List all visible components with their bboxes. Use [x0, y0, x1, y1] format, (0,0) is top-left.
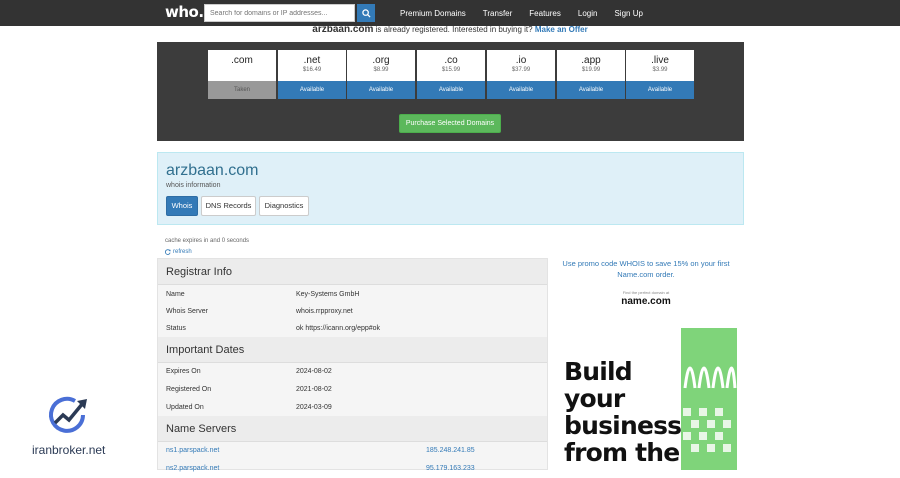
tld-name: .io — [515, 55, 527, 66]
watermark-text: iranbroker.net — [32, 443, 106, 457]
table-row: Whois Server whois.rrpproxy.net — [158, 303, 547, 321]
tld-name: .com — [231, 55, 253, 66]
table-row: Name Key-Systems GmbH — [158, 286, 547, 304]
name-servers-heading: Name Servers — [158, 416, 547, 442]
tld-card-live: .live $3.99 Available — [626, 50, 694, 99]
tld-name: .net — [303, 55, 321, 66]
cache-expiry-text: cache expires in and 0 seconds — [165, 238, 250, 244]
promo-link[interactable]: Use promo code WHOIS to save 15% on your… — [556, 258, 736, 280]
tld-available-button[interactable]: Available — [626, 81, 694, 99]
tab-whois[interactable]: Whois — [166, 196, 198, 216]
important-dates-heading: Important Dates — [158, 337, 547, 363]
page-title: arzbaan.com — [166, 162, 259, 179]
row-value: Key-Systems GmbH — [296, 291, 360, 298]
row-key: Updated On — [166, 404, 204, 411]
nav-signup[interactable]: Sign Up — [614, 9, 642, 18]
tld-panel: .com Taken .net $16.49 Available .org $8… — [157, 42, 744, 141]
purchase-selected-button[interactable]: Purchase Selected Domains — [399, 114, 501, 133]
tld-status-taken: Taken — [208, 81, 276, 99]
banner-domain: arzbaan.com — [312, 26, 374, 35]
search-input[interactable] — [204, 4, 355, 22]
tld-card-com: .com Taken — [208, 50, 276, 99]
whois-data: Registrar Info Name Key-Systems GmbH Whoi… — [157, 258, 548, 472]
tab-dns-records[interactable]: DNS Records — [201, 196, 256, 216]
tld-card-net: .net $16.49 Available — [278, 50, 346, 99]
banner-text: is already registered. — [373, 26, 453, 34]
row-key: Status — [166, 325, 186, 332]
row-value: 2021-08-02 — [296, 386, 332, 393]
ad-headline: Build your business from the — [564, 357, 682, 467]
tld-card-app: .app $19.99 Available — [557, 50, 625, 99]
ad-graphic — [681, 328, 737, 470]
tld-available-button[interactable]: Available — [487, 81, 555, 99]
make-offer-link[interactable]: Make an Offer — [535, 26, 588, 34]
row-key: Registered On — [166, 386, 212, 393]
tld-name: .app — [581, 55, 601, 66]
table-row: ns1.parspack.net 185.248.241.85 — [158, 442, 547, 460]
refresh-link[interactable]: refresh — [165, 249, 192, 255]
top-navbar: who.is Premium Domains Transfer Features… — [0, 0, 900, 26]
tld-available-button[interactable]: Available — [417, 81, 485, 99]
tld-card-io: .io $37.99 Available — [487, 50, 555, 99]
tld-available-button[interactable]: Available — [557, 81, 625, 99]
ad-line: from the — [564, 438, 680, 467]
nav-links: Premium Domains Transfer Features Login … — [400, 0, 660, 26]
tld-price: $37.99 — [511, 67, 531, 73]
ad-pattern-icon — [683, 366, 737, 452]
ad-banner[interactable]: Build your business from the — [556, 328, 737, 470]
row-value: ok https://icann.org/epp#ok — [296, 325, 381, 332]
tab-diagnostics[interactable]: Diagnostics — [259, 196, 309, 216]
registered-banner: arzbaan.com is already registered. Inter… — [0, 26, 900, 38]
nav-premium-domains[interactable]: Premium Domains — [400, 9, 466, 18]
tld-name: .org — [372, 55, 390, 66]
refresh-icon — [165, 249, 171, 255]
ad-tagline: Find the perfect domain at — [622, 290, 670, 295]
row-value: 2024-08-02 — [296, 368, 332, 375]
tld-name: .live — [651, 55, 669, 66]
namecom-logo[interactable]: name.com — [556, 296, 736, 307]
search-icon — [361, 8, 371, 18]
ip-link[interactable]: 185.248.241.85 — [426, 442, 475, 460]
banner-interest: Interested in buying it? — [452, 26, 535, 34]
table-row: Updated On 2024-03-09 — [158, 399, 547, 417]
tld-card-org: .org $8.99 Available — [347, 50, 415, 99]
nav-features[interactable]: Features — [529, 9, 561, 18]
iranbroker-logo-icon — [49, 396, 87, 433]
ip-link[interactable]: 95.179.163.233 — [426, 460, 475, 478]
tld-price: $3.99 — [652, 67, 668, 73]
refresh-label: refresh — [173, 249, 192, 255]
tld-price: $19.99 — [581, 67, 601, 73]
tld-card-co: .co $15.99 Available — [417, 50, 485, 99]
row-key: Name — [166, 291, 185, 298]
page-subtitle: whois information — [166, 182, 221, 189]
row-key: Whois Server — [166, 308, 209, 315]
search-button[interactable] — [357, 4, 375, 22]
ad-line: your — [564, 384, 625, 413]
whois-info-panel: arzbaan.com whois information Whois DNS … — [157, 152, 744, 225]
row-value: whois.rrpproxy.net — [296, 308, 353, 315]
nameserver-link[interactable]: ns1.parspack.net — [166, 442, 219, 460]
tld-price: $8.99 — [373, 67, 389, 73]
tld-available-button[interactable]: Available — [347, 81, 415, 99]
table-row: ns2.parspack.net 95.179.163.233 — [158, 460, 547, 478]
tld-price: $16.49 — [302, 67, 322, 73]
registrar-info-heading: Registrar Info — [158, 259, 547, 285]
ad-line: business — [564, 411, 682, 440]
row-value: 2024-03-09 — [296, 404, 332, 411]
table-row: Registered On 2021-08-02 — [158, 381, 547, 399]
tld-available-button[interactable]: Available — [278, 81, 346, 99]
nameserver-link[interactable]: ns2.parspack.net — [166, 460, 219, 478]
tld-price: $15.99 — [441, 67, 461, 73]
ad-line: Build — [564, 357, 633, 386]
tld-name: .co — [444, 55, 458, 66]
row-key: Expires On — [166, 368, 201, 375]
nav-login[interactable]: Login — [578, 9, 598, 18]
table-row: Status ok https://icann.org/epp#ok — [158, 320, 547, 338]
table-row: Expires On 2024-08-02 — [158, 363, 547, 381]
nav-transfer[interactable]: Transfer — [483, 9, 513, 18]
